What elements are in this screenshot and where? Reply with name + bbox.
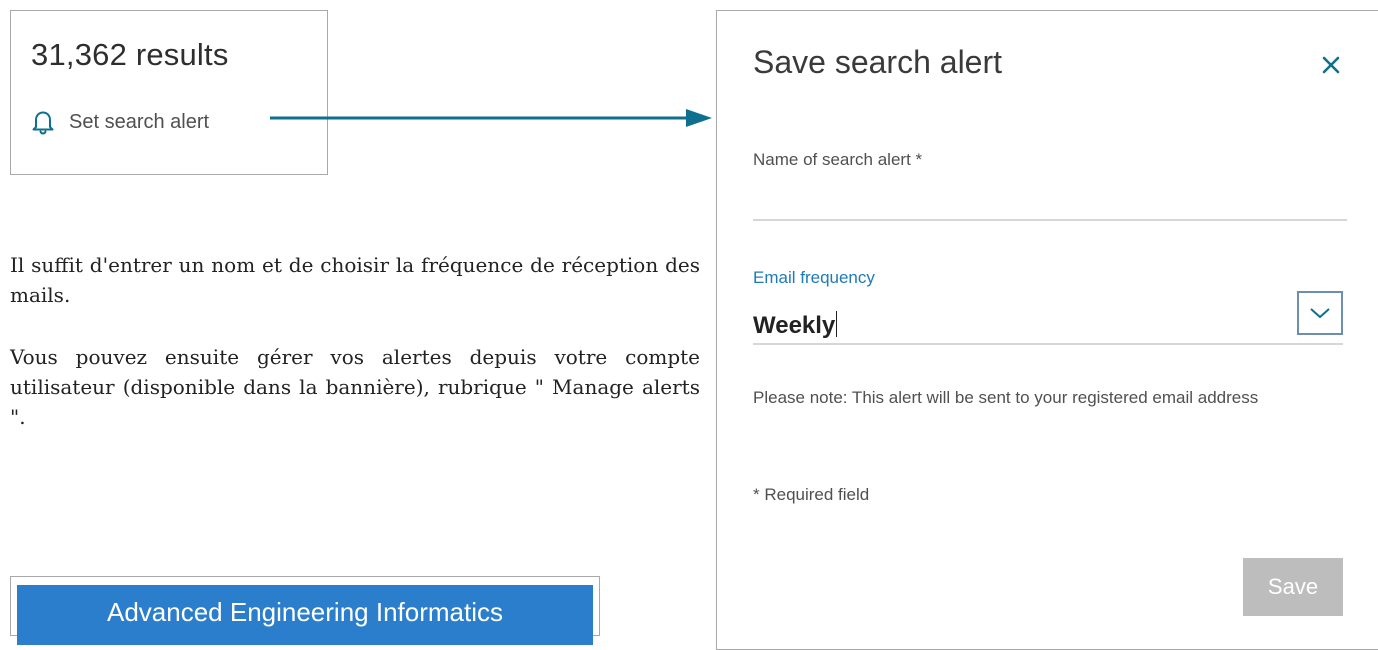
chevron-down-icon [1310,308,1330,319]
instructions-paragraph: Il suffit d'entrer un nom et de choisir … [10,253,700,307]
alert-name-input[interactable] [753,181,1347,221]
text-caret [836,311,838,337]
journal-banner-frame: Advanced Engineering Informatics [10,576,600,645]
bell-icon [31,109,55,135]
instructions-text: Il suffit d'entrer un nom et de choisir … [10,250,700,464]
close-icon [1322,56,1340,74]
journal-banner[interactable]: Advanced Engineering Informatics [17,585,593,645]
instructions-paragraph: Vous pouvez ensuite gérer vos alertes de… [10,345,700,429]
frequency-field-label: Email frequency [753,268,875,287]
required-field-note: * Required field [753,485,870,504]
dialog-title: Save search alert [753,44,1003,80]
save-search-alert-dialog: Save search alert Name of search alert *… [716,10,1378,650]
connector-arrow [270,109,712,127]
dropdown-toggle[interactable] [1297,291,1343,335]
name-field-label: Name of search alert * [753,150,923,169]
frequency-selected-value: Weekly [753,311,838,340]
results-card: 31,362 results Set search alert [10,10,328,175]
set-search-alert-label: Set search alert [69,110,210,133]
email-note: Please note: This alert will be sent to … [753,388,1259,407]
set-search-alert-link[interactable]: Set search alert [31,109,209,135]
results-count: 31,362 results [31,37,229,72]
close-button[interactable] [1313,47,1349,83]
email-frequency-select[interactable]: Weekly [753,291,1343,345]
save-button[interactable]: Save [1243,558,1343,616]
frequency-value-text: Weekly [753,312,836,339]
